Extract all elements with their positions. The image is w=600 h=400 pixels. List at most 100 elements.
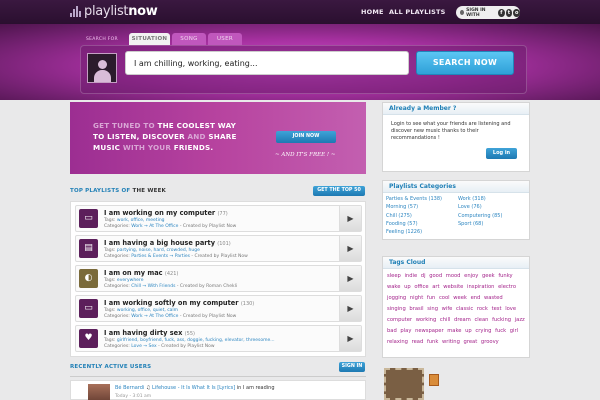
playlist-row[interactable]: ▭ I am working on my computer (77) Tags:…: [75, 205, 362, 232]
category-link[interactable]: Love → Sex: [131, 344, 156, 349]
logo[interactable]: playlist now: [70, 4, 158, 19]
tag-link[interactable]: make: [447, 328, 461, 334]
tag-link[interactable]: week: [453, 295, 467, 301]
play-button[interactable]: ▶: [339, 266, 361, 291]
openid-icon[interactable]: o: [513, 8, 520, 17]
tag-link[interactable]: test: [492, 306, 502, 312]
tag-link[interactable]: night: [410, 295, 423, 301]
get-top-50-button[interactable]: GET THE TOP 50: [313, 186, 365, 196]
tag-link[interactable]: computer: [387, 317, 412, 323]
tag-link[interactable]: love: [505, 306, 516, 312]
tag-link[interactable]: dj: [421, 273, 426, 279]
tag-link[interactable]: cool: [439, 295, 450, 301]
tag-link[interactable]: website: [443, 284, 463, 290]
tag-link[interactable]: electro: [498, 284, 516, 290]
category-link[interactable]: Computering (85): [458, 212, 502, 220]
tag-link[interactable]: fuck: [495, 328, 506, 334]
playlist-title[interactable]: I am having a big house party (101): [104, 239, 231, 247]
category-link[interactable]: Work → At The Office: [131, 314, 178, 319]
tab-situation[interactable]: SITUATION: [129, 33, 170, 45]
nav-all-playlists[interactable]: ALL PLAYLISTS: [389, 8, 446, 16]
user-status[interactable]: I am reading: [243, 385, 275, 391]
tab-user[interactable]: USER: [208, 33, 242, 45]
tag-link[interactable]: relaxing: [387, 339, 408, 345]
tag-link[interactable]: rock: [477, 306, 488, 312]
tag-link[interactable]: sing: [427, 306, 438, 312]
track-link[interactable]: Lifehouse - It Is What It Is [Lyrics]: [152, 385, 235, 391]
join-now-button[interactable]: JOIN NOW: [276, 131, 336, 143]
tag-link[interactable]: jazz: [515, 317, 525, 323]
playlist-row[interactable]: ♥ I am having dirty sex (55) Tags: girlf…: [75, 325, 362, 352]
tag-link[interactable]: play: [400, 328, 411, 334]
tab-song[interactable]: SONG: [172, 33, 206, 45]
tag-link[interactable]: classic: [456, 306, 473, 312]
category-link[interactable]: Feeling (1226): [386, 228, 442, 236]
tag-link[interactable]: inspiration: [467, 284, 494, 290]
tag-link[interactable]: jogging: [387, 295, 406, 301]
tag-link[interactable]: end: [471, 295, 481, 301]
tag-link[interactable]: mood: [446, 273, 461, 279]
category-link[interactable]: Sport (68): [458, 220, 502, 228]
playlist-row[interactable]: ▭ I am working softly on my computer (13…: [75, 295, 362, 322]
category-link[interactable]: Work (318): [458, 195, 502, 203]
category-link[interactable]: Chill (275): [386, 212, 442, 220]
tag-link[interactable]: fucking: [492, 317, 511, 323]
tag-link[interactable]: up: [465, 328, 472, 334]
user-name-link[interactable]: Bé Bernardi: [115, 385, 144, 391]
nav-home[interactable]: HOME: [361, 8, 384, 16]
tags-links[interactable]: girlfriend, boyfriend, fuck, ass, doggie…: [117, 338, 275, 343]
tag-link[interactable]: fun: [427, 295, 435, 301]
playlist-title[interactable]: I am having dirty sex (55): [104, 329, 195, 337]
tag-link[interactable]: working: [416, 317, 437, 323]
tag-link[interactable]: funky: [498, 273, 512, 279]
tags-links[interactable]: everywhere: [117, 278, 144, 283]
situation-search-input[interactable]: [125, 51, 409, 75]
tag-link[interactable]: girl: [510, 328, 518, 334]
tag-link[interactable]: wake: [387, 284, 400, 290]
tag-link[interactable]: chill: [440, 317, 450, 323]
tag-link[interactable]: brasil: [409, 306, 423, 312]
tag-link[interactable]: good: [429, 273, 442, 279]
tag-link[interactable]: bad: [387, 328, 397, 334]
tag-link[interactable]: enjoy: [464, 273, 478, 279]
tag-link[interactable]: wife: [442, 306, 453, 312]
play-button[interactable]: ▶: [339, 206, 361, 231]
tag-link[interactable]: great: [464, 339, 478, 345]
tags-links[interactable]: work, office, meeting: [117, 218, 165, 223]
tags-links[interactable]: partying, noise, hard, crowded, huge: [117, 248, 200, 253]
tag-link[interactable]: writing: [442, 339, 460, 345]
playlist-row[interactable]: ◐ I am on my mac (421) Tags: everywhere …: [75, 265, 362, 292]
login-button[interactable]: Log in: [486, 148, 517, 159]
category-link[interactable]: Parties & Events → Parties: [131, 254, 190, 259]
tag-link[interactable]: sleep: [387, 273, 401, 279]
category-link[interactable]: Morning (57): [386, 203, 442, 211]
tags-links[interactable]: working, office, quiet, calm: [117, 308, 178, 313]
tag-link[interactable]: wasted: [484, 295, 503, 301]
sign-in-button[interactable]: SIGN IN: [339, 362, 365, 372]
tag-link[interactable]: crying: [475, 328, 491, 334]
tag-link[interactable]: singing: [387, 306, 406, 312]
twitter-icon[interactable]: t: [505, 8, 513, 17]
play-button[interactable]: ▶: [339, 296, 361, 321]
search-now-button[interactable]: SEARCH NOW: [416, 51, 514, 75]
play-button[interactable]: ▶: [339, 326, 361, 351]
tag-link[interactable]: read: [412, 339, 424, 345]
playlist-row[interactable]: ▤ I am having a big house party (101) Ta…: [75, 235, 362, 262]
tag-link[interactable]: office: [414, 284, 428, 290]
avatar[interactable]: [88, 384, 110, 400]
playlist-title[interactable]: I am working softly on my computer (130): [104, 299, 254, 307]
tag-link[interactable]: geek: [482, 273, 495, 279]
tag-link[interactable]: clean: [474, 317, 488, 323]
tag-link[interactable]: up: [404, 284, 411, 290]
playlist-title[interactable]: I am working on my computer (77): [104, 209, 228, 217]
category-link[interactable]: Fooding (57): [386, 220, 442, 228]
category-link[interactable]: Parties & Events (138): [386, 195, 442, 203]
category-link[interactable]: Work → At The Office: [131, 224, 178, 229]
tag-link[interactable]: newspaper: [415, 328, 444, 334]
tag-link[interactable]: indie: [404, 273, 417, 279]
tag-link[interactable]: groovy: [481, 339, 499, 345]
facebook-icon[interactable]: f: [497, 8, 505, 17]
play-button[interactable]: ▶: [339, 236, 361, 261]
tag-link[interactable]: dream: [454, 317, 471, 323]
tag-link[interactable]: funk: [427, 339, 438, 345]
